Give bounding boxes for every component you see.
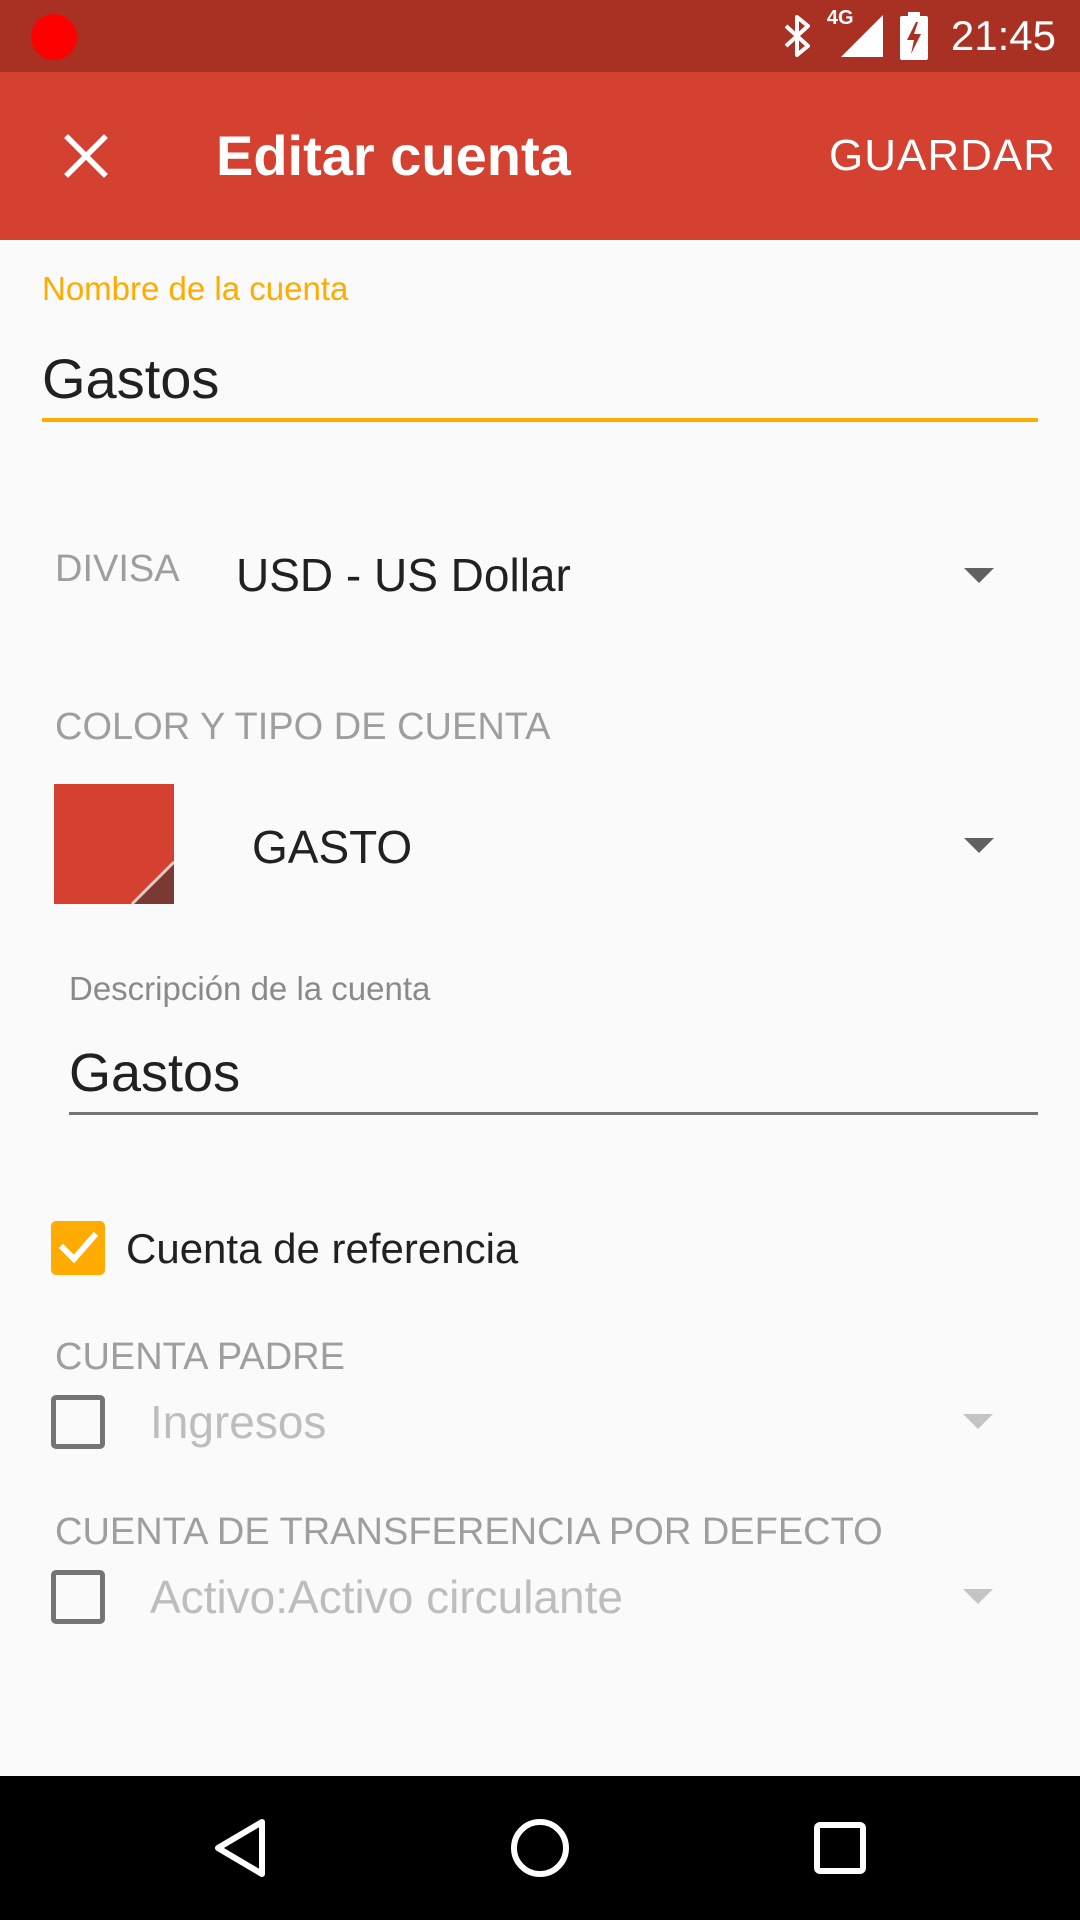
network-type-label: 4G xyxy=(826,7,854,29)
close-button[interactable] xyxy=(46,116,126,196)
parent-account-value[interactable]: Ingresos xyxy=(150,1395,326,1449)
save-button[interactable]: GUARDAR xyxy=(829,72,1056,240)
color-type-label: COLOR Y TIPO DE CUENTA xyxy=(55,706,551,748)
recents-button[interactable] xyxy=(790,1798,890,1898)
dropdown-arrow-icon xyxy=(964,838,994,853)
dropdown-arrow-icon xyxy=(963,1589,993,1604)
home-button[interactable] xyxy=(490,1798,590,1898)
dropdown-arrow-icon xyxy=(963,1414,993,1429)
back-icon xyxy=(215,1819,265,1877)
dropdown-arrow-icon xyxy=(964,568,994,583)
account-type-value: GASTO xyxy=(252,821,413,873)
navigation-bar xyxy=(0,1776,1080,1920)
default-transfer-checkbox[interactable] xyxy=(51,1570,105,1624)
home-icon xyxy=(511,1819,569,1877)
placeholder-account-checkbox[interactable] xyxy=(51,1221,105,1275)
close-icon xyxy=(64,134,108,178)
check-icon xyxy=(58,1231,99,1264)
currency-spinner[interactable]: USD - US Dollar xyxy=(236,530,1016,620)
recents-icon xyxy=(814,1822,866,1874)
default-transfer-value[interactable]: Activo:Activo circulante xyxy=(150,1570,623,1624)
battery-charging-icon xyxy=(899,12,928,60)
recording-indicator-icon xyxy=(31,14,77,60)
status-bar: 4G 21:45 xyxy=(0,0,1080,72)
edit-account-screen: 4G 21:45 Editar cuenta GUARDAR Nombre de… xyxy=(0,0,1080,1920)
back-button[interactable] xyxy=(190,1798,290,1898)
currency-value: USD - US Dollar xyxy=(236,549,571,601)
placeholder-account-label: Cuenta de referencia xyxy=(126,1225,519,1272)
account-color-swatch[interactable] xyxy=(54,784,174,904)
account-name-input[interactable] xyxy=(42,338,1038,422)
status-time: 21:45 xyxy=(950,12,1056,59)
description-label: Descripción de la cuenta xyxy=(69,970,431,1007)
parent-account-label: CUENTA PADRE xyxy=(55,1336,345,1378)
parent-account-checkbox[interactable] xyxy=(51,1395,105,1449)
account-type-spinner[interactable]: GASTO xyxy=(252,800,1016,890)
app-bar: Editar cuenta GUARDAR xyxy=(0,72,1080,240)
bluetooth-icon xyxy=(784,15,810,57)
currency-label: DIVISA xyxy=(55,548,180,590)
signal-icon: 4G xyxy=(827,7,885,61)
account-name-label: Nombre de la cuenta xyxy=(42,270,349,307)
default-transfer-label: CUENTA DE TRANSFERENCIA POR DEFECTO xyxy=(55,1511,883,1553)
page-title: Editar cuenta xyxy=(216,124,571,187)
swatch-corner-icon xyxy=(130,860,174,904)
description-input[interactable] xyxy=(69,1034,1038,1115)
status-icons: 4G 21:45 xyxy=(781,0,1056,72)
